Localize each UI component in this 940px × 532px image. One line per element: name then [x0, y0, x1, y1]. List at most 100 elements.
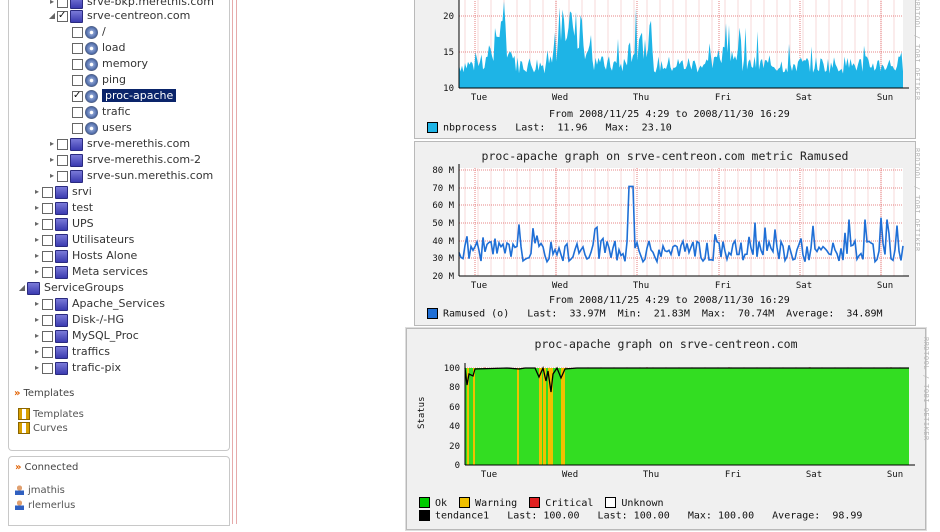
tree-checkbox[interactable]	[57, 0, 68, 8]
tree-item[interactable]: ▸ trafic-pix	[32, 360, 121, 376]
tree-checkbox[interactable]	[72, 58, 83, 70]
tree-item[interactable]: ▸ traffics	[32, 344, 110, 360]
tree-item[interactable]: ▸ UPS	[32, 216, 94, 232]
tree-item[interactable]: proc-apache	[62, 88, 177, 104]
expand-toggle-icon[interactable]: ▸	[47, 136, 57, 152]
tree-checkbox[interactable]	[42, 234, 53, 246]
tree-item[interactable]: ▸ Apache_Services	[32, 296, 165, 312]
tree-item[interactable]: users	[62, 120, 132, 136]
tree-checkbox[interactable]	[42, 186, 53, 198]
tree-checkbox[interactable]	[42, 330, 53, 342]
tree-item-label[interactable]: Utilisateurs	[72, 233, 134, 246]
tree-item[interactable]: ◢ srve-centreon.com	[47, 8, 190, 24]
expand-toggle-icon[interactable]: ▸	[32, 344, 42, 360]
tree-checkbox[interactable]	[72, 26, 83, 38]
tree-item-label[interactable]: srve-centreon.com	[87, 9, 190, 22]
tree-checkbox[interactable]	[72, 122, 83, 134]
tree-item-label[interactable]: srvi	[72, 185, 92, 198]
tree-item[interactable]: trafic	[62, 104, 131, 120]
legend-swatch	[419, 497, 430, 508]
expand-toggle-icon[interactable]: ▸	[32, 264, 42, 280]
tree-item-label[interactable]: ServiceGroups	[44, 281, 124, 294]
tree-checkbox[interactable]	[57, 138, 68, 150]
tree-item-label[interactable]: Disk-/-HG	[72, 313, 124, 326]
tree-item-label[interactable]: traffics	[72, 345, 110, 358]
tree-item-label[interactable]: Meta services	[72, 265, 148, 278]
expand-toggle-icon[interactable]: ▸	[32, 200, 42, 216]
tree-checkbox[interactable]	[42, 298, 53, 310]
tree-checkbox[interactable]	[72, 74, 83, 86]
tree-item[interactable]: ▸ srve-sun.merethis.com	[47, 168, 213, 184]
tree-item[interactable]: ▸ srve-merethis.com-2	[47, 152, 201, 168]
tree-item-label[interactable]: MySQL_Proc	[72, 329, 139, 342]
tree-item[interactable]: ▸ srvi	[32, 184, 92, 200]
tree-item[interactable]: ▸ Meta services	[32, 264, 148, 280]
connected-user[interactable]: jmathis	[15, 484, 65, 498]
graph-legend: nbprocess Last: 11.96 Max: 23.10	[427, 122, 672, 134]
tree-checkbox[interactable]	[42, 314, 53, 326]
tree-checkbox[interactable]	[57, 8, 68, 24]
expand-toggle-icon[interactable]: ▸	[32, 328, 42, 344]
tree-item-label[interactable]: trafic-pix	[72, 361, 121, 374]
expand-toggle-icon[interactable]: ▸	[32, 296, 42, 312]
curves-link[interactable]: Curves	[18, 422, 68, 436]
tree-checkbox[interactable]	[57, 170, 68, 182]
legend-swatch	[605, 497, 617, 508]
tendance-legend: tendance1 Last: 100.00 Last: 100.00 Max:…	[419, 510, 862, 522]
expand-toggle-icon[interactable]: ▸	[47, 152, 57, 168]
tree-item-label[interactable]: trafic	[102, 105, 131, 118]
tree-checkbox[interactable]	[42, 362, 53, 374]
expand-toggle-icon[interactable]: ▸	[32, 216, 42, 232]
tree-item[interactable]: memory	[62, 56, 148, 72]
graph-status[interactable]: proc-apache graph on srve-centreon.com 0…	[406, 328, 930, 530]
tree-item[interactable]: ▸ Utilisateurs	[32, 232, 134, 248]
tree-checkbox[interactable]	[72, 88, 83, 104]
tree-checkbox[interactable]	[42, 266, 53, 278]
graph-nbprocess[interactable]: 10 15 20 Tue Wed Thu Fri Sat Sun From 2008/11/25…	[414, 0, 921, 139]
expand-toggle-icon[interactable]: ▸	[32, 232, 42, 248]
host-icon	[70, 137, 83, 151]
tree-item[interactable]: ▸ Disk-/-HG	[32, 312, 124, 328]
warning-band	[517, 368, 519, 465]
tree-item-label[interactable]: users	[102, 121, 132, 134]
tree-item[interactable]: /	[62, 24, 106, 40]
tree-item-label[interactable]: load	[102, 41, 126, 54]
tree-item-label[interactable]: UPS	[72, 217, 94, 230]
tree-item[interactable]: ▸ test	[32, 200, 93, 216]
expand-toggle-icon[interactable]: ▸	[32, 360, 42, 376]
tree-item-label[interactable]: srve-sun.merethis.com	[87, 169, 213, 182]
expand-toggle-icon[interactable]: ▸	[32, 248, 42, 264]
tree-item[interactable]: ◢ ServiceGroups	[17, 280, 124, 296]
tree-item-label[interactable]: proc-apache	[102, 89, 177, 102]
tree-item[interactable]: ping	[62, 72, 126, 88]
tree-item-label[interactable]: /	[102, 25, 106, 38]
tree-item[interactable]: ▸ srve-merethis.com	[47, 136, 190, 152]
templates-link[interactable]: Templates	[18, 408, 84, 422]
tree-item-label[interactable]: test	[72, 201, 93, 214]
tree-checkbox[interactable]	[42, 202, 53, 214]
tree-item[interactable]: ▸ MySQL_Proc	[32, 328, 139, 344]
expand-toggle-icon[interactable]: ▸	[32, 312, 42, 328]
tree-checkbox[interactable]	[72, 106, 83, 118]
tree-checkbox[interactable]	[42, 218, 53, 230]
tree-item-label[interactable]: Hosts Alone	[72, 249, 137, 262]
expand-toggle-icon[interactable]: ◢	[17, 280, 27, 296]
tree-item-label[interactable]: Apache_Services	[72, 297, 165, 310]
tree-item[interactable]: ▸ Hosts Alone	[32, 248, 137, 264]
graph-ramused[interactable]: proc-apache graph on srve-centreon.com m…	[414, 141, 921, 326]
tree-checkbox[interactable]	[42, 346, 53, 358]
tree-checkbox[interactable]	[57, 154, 68, 166]
tree-item[interactable]: load	[62, 40, 126, 56]
tree-item-label[interactable]: memory	[102, 57, 148, 70]
tree-checkbox[interactable]	[42, 250, 53, 262]
tree-item-label[interactable]: srve-merethis.com-2	[87, 153, 201, 166]
tree-item-label[interactable]: srve-bkp.merethis.com	[87, 0, 214, 8]
expand-toggle-icon[interactable]: ▸	[47, 168, 57, 184]
tree-item-label[interactable]: srve-merethis.com	[87, 137, 190, 150]
tree-item-label[interactable]: ping	[102, 73, 126, 86]
expand-toggle-icon[interactable]: ◢	[47, 8, 57, 24]
legend-label: Ok	[435, 497, 448, 509]
expand-toggle-icon[interactable]: ▸	[32, 184, 42, 200]
tree-checkbox[interactable]	[72, 42, 83, 54]
connected-user[interactable]: rlemerlus	[15, 499, 75, 513]
